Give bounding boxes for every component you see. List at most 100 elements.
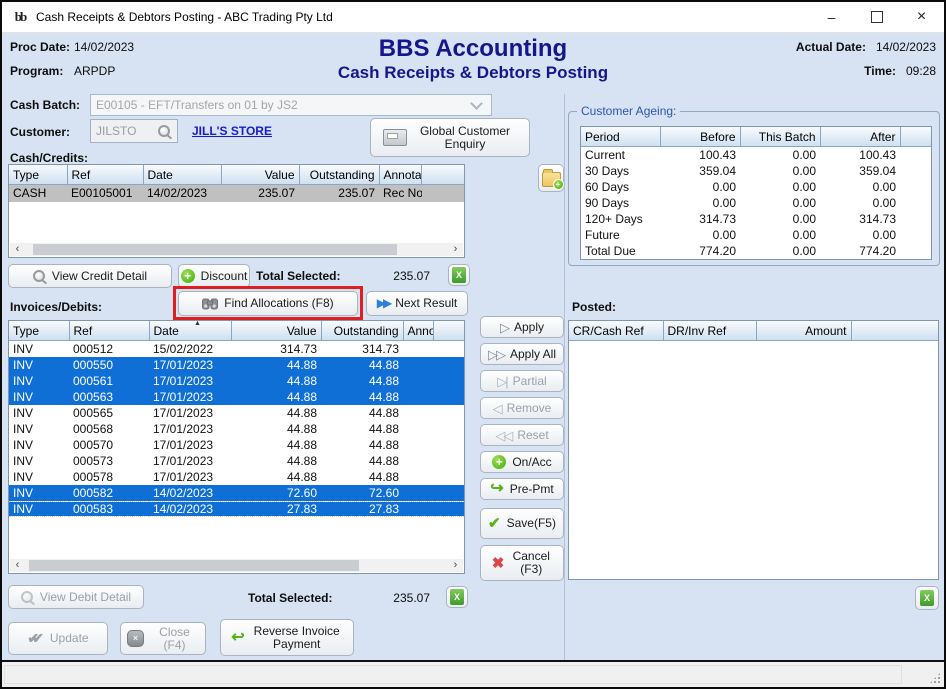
table-row[interactable]: Total Due774.200.00774.20: [581, 243, 931, 259]
minimize-button[interactable]: –: [809, 2, 854, 32]
column-header[interactable]: Annotation: [379, 165, 422, 185]
view-debit-detail-button[interactable]: View Debit Detail: [8, 585, 144, 609]
invoices-total-selected-value: 235.07: [342, 591, 430, 605]
table-row[interactable]: 30 Days359.040.00359.04: [581, 163, 931, 179]
panel-divider: [564, 94, 565, 661]
column-header[interactable]: Ref: [67, 165, 143, 185]
invoices-hscrollbar[interactable]: ‹ ›: [10, 559, 463, 572]
scrollbar-thumb[interactable]: [33, 244, 397, 255]
table-row[interactable]: INV00057017/01/202344.8844.88: [9, 437, 464, 453]
column-header[interactable]: Outstanding: [299, 165, 379, 185]
column-header[interactable]: Period: [581, 127, 660, 147]
posted-label: Posted:: [572, 300, 616, 314]
table-row[interactable]: INV00051215/02/2022314.73314.73: [9, 341, 464, 358]
table-row[interactable]: INV00057317/01/202344.8844.88: [9, 453, 464, 469]
apply-all-icon: ▷▷: [488, 348, 504, 361]
save-label: Save(F5): [507, 517, 556, 530]
on-acc-button[interactable]: + On/Acc: [480, 451, 564, 473]
global-customer-enquiry-label: Global Customer Enquiry: [413, 125, 517, 151]
scroll-left-icon[interactable]: ‹: [10, 243, 25, 256]
column-header[interactable]: After: [820, 127, 900, 147]
open-batch-folder-button[interactable]: [538, 164, 564, 192]
title-bar: bb Cash Receipts & Debtors Posting - ABC…: [2, 2, 944, 33]
table-row[interactable]: 90 Days0.000.000.00: [581, 195, 931, 211]
table-row[interactable]: INV00056117/01/202344.8844.88: [9, 373, 464, 389]
column-header[interactable]: Ref: [69, 321, 149, 341]
scrollbar-track[interactable]: [25, 559, 448, 572]
scrollbar-thumb[interactable]: [29, 560, 359, 571]
cancel-button[interactable]: ✖ Cancel (F3): [480, 545, 564, 581]
customer-name-link[interactable]: JILL'S STORE: [192, 124, 272, 138]
cash-export-excel-button[interactable]: X: [448, 264, 470, 286]
find-allocations-button[interactable]: Find Allocations (F8): [178, 291, 358, 316]
column-header[interactable]: Date▲: [149, 321, 231, 341]
reverse-invoice-payment-button[interactable]: ↩ Reverse Invoice Payment: [220, 619, 354, 656]
column-header[interactable]: Value: [231, 321, 321, 341]
scroll-left-icon[interactable]: ‹: [10, 559, 25, 572]
table-row[interactable]: 120+ Days314.730.00314.73: [581, 211, 931, 227]
table-row[interactable]: Current100.430.00100.43: [581, 147, 931, 164]
time-value: 09:28: [906, 64, 936, 78]
customer-code-field[interactable]: JILSTO: [90, 119, 178, 143]
column-header[interactable]: CR/Cash Ref: [569, 321, 663, 341]
cash-batch-combo[interactable]: E00105 - EFT/Transfers on 01 by JS2: [90, 94, 492, 116]
remove-button[interactable]: ◁ Remove: [480, 397, 564, 419]
column-header[interactable]: Value: [221, 165, 299, 185]
global-customer-enquiry-button[interactable]: Global Customer Enquiry: [370, 118, 530, 157]
scrollbar-track[interactable]: [25, 243, 448, 256]
discount-button[interactable]: + Discount: [178, 264, 250, 288]
table-row[interactable]: Future0.000.000.00: [581, 227, 931, 243]
invoices-grid: TypeRefDate▲ValueOutstandingAnnotation I…: [8, 320, 465, 574]
apply-icon: ▷: [500, 321, 508, 334]
posted-export-excel-button[interactable]: X: [915, 586, 939, 610]
next-result-button[interactable]: ▶▶ Next Result: [366, 291, 468, 316]
resize-grip-icon[interactable]: [929, 672, 941, 684]
find-allocations-label: Find Allocations (F8): [224, 297, 333, 310]
pre-pmt-button[interactable]: ↪ Pre-Pmt: [480, 478, 564, 500]
reset-button[interactable]: ◁◁ Reset: [480, 424, 564, 446]
discount-label: Discount: [201, 270, 248, 283]
column-header[interactable]: Before: [660, 127, 740, 147]
view-credit-detail-label: View Credit Detail: [52, 270, 147, 283]
apply-all-button[interactable]: ▷▷ Apply All: [480, 343, 564, 365]
column-header[interactable]: Annotation: [403, 321, 434, 341]
remove-label: Remove: [507, 402, 552, 415]
invoices-export-excel-button[interactable]: X: [446, 586, 468, 608]
table-row[interactable]: 60 Days0.000.000.00: [581, 179, 931, 195]
excel-icon: X: [452, 267, 466, 283]
scroll-right-icon[interactable]: ›: [448, 243, 463, 256]
column-header-filler: [422, 165, 465, 185]
table-row[interactable]: INV00056317/01/202344.8844.88: [9, 389, 464, 405]
column-header[interactable]: This Batch: [740, 127, 820, 147]
table-row[interactable]: INV00058214/02/202372.6072.60: [9, 485, 464, 502]
table-row[interactable]: INV00056817/01/202344.8844.88: [9, 421, 464, 437]
column-header[interactable]: Type: [9, 321, 69, 341]
view-credit-detail-button[interactable]: View Credit Detail: [8, 264, 172, 288]
table-row[interactable]: INV00056517/01/202344.8844.88: [9, 405, 464, 421]
next-result-icon: ▶▶: [377, 297, 389, 310]
column-header[interactable]: Date: [143, 165, 221, 185]
close-circle-icon: ×: [127, 630, 144, 647]
partial-button[interactable]: ▷| Partial: [480, 370, 564, 392]
save-button[interactable]: ✔ Save(F5): [480, 508, 564, 539]
column-header[interactable]: Amount: [756, 321, 851, 341]
column-header[interactable]: Outstanding: [321, 321, 403, 341]
update-label: Update: [50, 632, 89, 645]
update-check-icon: ✔✔: [27, 632, 43, 645]
maximize-button[interactable]: [854, 2, 899, 32]
close-f4-button[interactable]: × Close (F4): [120, 622, 206, 655]
table-row[interactable]: INV00057817/01/202344.8844.88: [9, 469, 464, 485]
cash-batch-value: E00105 - EFT/Transfers on 01 by JS2: [91, 98, 472, 112]
close-button[interactable]: ×: [899, 2, 944, 32]
cash-credits-hscrollbar[interactable]: ‹ ›: [10, 243, 463, 256]
column-header[interactable]: DR/Inv Ref: [663, 321, 756, 341]
apply-button[interactable]: ▷ Apply: [480, 316, 564, 338]
table-row[interactable]: CASHE0010500114/02/2023235.07235.07Rec N…: [9, 185, 464, 203]
scroll-right-icon[interactable]: ›: [448, 559, 463, 572]
table-row[interactable]: INV00055017/01/202344.8844.88: [9, 357, 464, 373]
excel-icon: X: [920, 590, 934, 606]
table-row[interactable]: INV00058314/02/202327.8327.83: [9, 502, 464, 517]
update-button[interactable]: ✔✔ Update: [8, 622, 108, 655]
customer-search-icon[interactable]: [158, 125, 171, 138]
column-header[interactable]: Type: [9, 165, 67, 185]
